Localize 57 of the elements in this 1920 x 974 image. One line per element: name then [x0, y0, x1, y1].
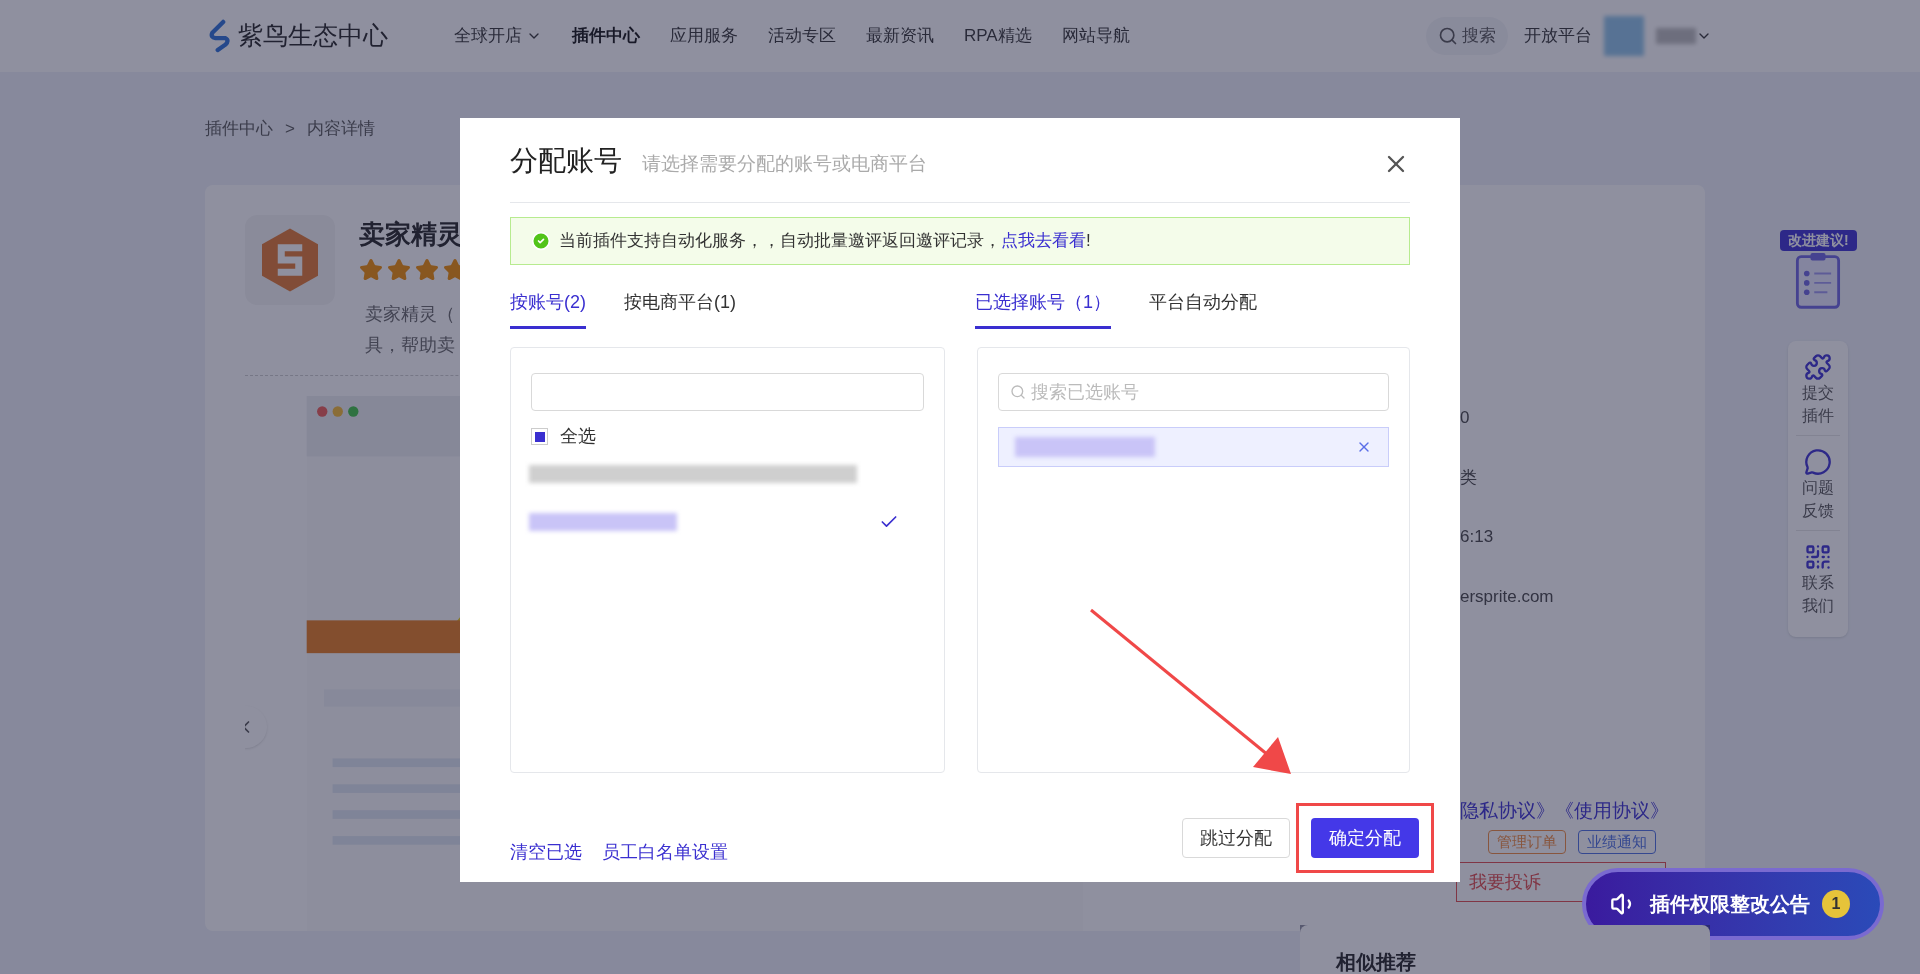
- dialog-title: 分配账号: [510, 144, 622, 178]
- breadcrumb-link[interactable]: 插件中心: [205, 115, 273, 142]
- check-circle-icon: [531, 231, 551, 251]
- section-title: 相似推荐: [1336, 951, 1416, 973]
- selected-search-field[interactable]: 搜索已选账号: [998, 373, 1389, 411]
- tag: 管理订单: [1488, 829, 1566, 854]
- search-field[interactable]: [531, 373, 924, 411]
- agreement-links: 隐私协议》《使用协议》: [1460, 799, 1670, 823]
- star-icon: [387, 258, 411, 282]
- user-avatar: [1604, 16, 1644, 56]
- tab[interactable]: 按账号(2): [510, 279, 586, 329]
- search-icon: [1010, 384, 1026, 400]
- tab[interactable]: 已选择账号（1）: [975, 279, 1111, 329]
- nav-item[interactable]: 插件中心: [572, 23, 640, 49]
- info-text: 类: [1460, 466, 1478, 489]
- count-badge: 1: [1822, 890, 1850, 918]
- plugin-logo-icon: [245, 215, 335, 305]
- nav-item[interactable]: 应用服务: [670, 23, 738, 49]
- plugin-description: 卖家精灵（: [365, 303, 455, 326]
- side-toolbar-item[interactable]: 联系我们: [1796, 543, 1841, 625]
- search-button[interactable]: 搜索: [1426, 17, 1508, 55]
- notice-banner: 当前插件支持自动化服务，，自动批量邀评返回邀评记录，点我去看看!: [510, 217, 1410, 265]
- footer-link[interactable]: 清空已选: [510, 838, 582, 866]
- footer-link[interactable]: 员工白名单设置: [602, 838, 728, 866]
- tab[interactable]: 平台自动分配: [1149, 279, 1257, 329]
- nav-item[interactable]: 最新资讯: [866, 23, 934, 49]
- notice-end: !: [1086, 230, 1091, 253]
- dialog-subtitle: 请选择需要分配的账号或电商平台: [642, 151, 927, 176]
- breadcrumb-text: 内容详情: [306, 117, 375, 140]
- info-text: 6:13: [1460, 526, 1495, 548]
- brand-name: 紫鸟生态中心: [238, 20, 388, 52]
- breadcrumb-text: >: [285, 117, 295, 140]
- chat-icon: [1804, 448, 1833, 476]
- plugin-description: 具，帮助卖: [365, 334, 455, 357]
- puzzle-icon: [1804, 353, 1833, 381]
- search-icon: [1438, 26, 1458, 46]
- nav-item[interactable]: 网站导航: [1061, 23, 1130, 49]
- plugin-title: 卖家精灵: [359, 218, 464, 251]
- tag: 业绩通知: [1578, 829, 1656, 854]
- side-toolbar-item[interactable]: 问题反馈: [1796, 448, 1841, 531]
- nav-item[interactable]: RPA精选: [964, 23, 1032, 49]
- nav-item[interactable]: 全球开店: [454, 23, 542, 49]
- confirm-button[interactable]: 确定分配: [1311, 818, 1419, 858]
- info-text: 0: [1460, 407, 1471, 429]
- qr-code-icon: [1804, 543, 1833, 571]
- star-icon: [415, 258, 439, 282]
- nav-item[interactable]: 活动专区: [768, 23, 836, 49]
- info-text: ersprite.com: [1460, 585, 1555, 608]
- star-icon: [359, 258, 383, 282]
- tab[interactable]: 按电商平台(1): [624, 279, 736, 329]
- open-platform-link[interactable]: 开放平台: [1524, 23, 1592, 49]
- select-all-checkbox[interactable]: 全选: [531, 423, 924, 450]
- side-toolbar-item[interactable]: 提交插件: [1796, 353, 1841, 436]
- suggestion-label: 改进建议!: [1780, 230, 1857, 251]
- blurred-user-name: [1656, 28, 1696, 44]
- view-link[interactable]: 点我去看看: [1001, 228, 1086, 254]
- skip-button[interactable]: 跳过分配: [1182, 818, 1290, 858]
